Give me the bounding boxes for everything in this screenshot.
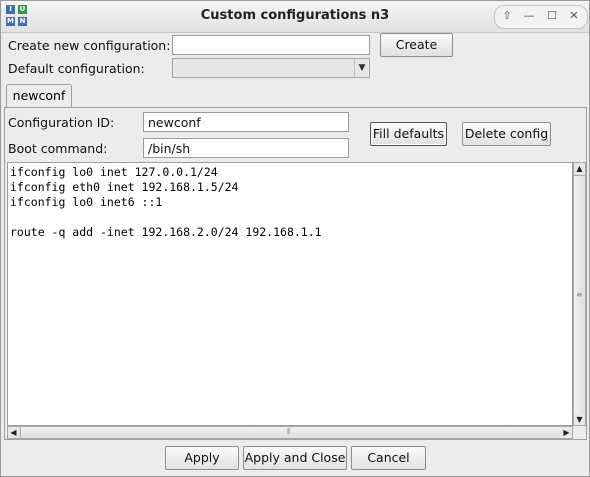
editor-line: ifconfig lo0 inet6 ::1 [10, 195, 163, 209]
delete-config-button[interactable]: Delete config [462, 122, 551, 146]
vertical-scrollbar[interactable]: ▲ ≡ ▼ [573, 162, 586, 426]
apply-and-close-button[interactable]: Apply and Close [243, 446, 347, 470]
fill-defaults-button[interactable]: Fill defaults [370, 122, 447, 146]
boot-command-label: Boot command: [8, 141, 108, 156]
title-bar[interactable]: I U M N Custom configurations n3 ⇧ — ☐ ✕ [1, 1, 589, 33]
default-config-label: Default configuration: [8, 61, 145, 76]
cancel-button[interactable]: Cancel [351, 446, 426, 470]
minimize-icon[interactable]: — [520, 7, 538, 25]
chevron-down-icon[interactable]: ▼ [354, 59, 369, 77]
editor-line: ifconfig lo0 inet 127.0.0.1/24 [10, 165, 218, 179]
boot-command-input[interactable] [143, 138, 349, 158]
scroll-up-icon[interactable]: ▲ [574, 163, 585, 174]
create-config-input[interactable] [172, 35, 370, 55]
custom-configurations-window: I U M N Custom configurations n3 ⇧ — ☐ ✕… [0, 0, 590, 477]
editor-line: route -q add -inet 192.168.2.0/24 192.16… [10, 225, 322, 239]
create-config-label: Create new configuration: [8, 38, 171, 53]
grip-icon: ≡ [576, 290, 583, 299]
scroll-down-icon[interactable]: ▼ [574, 414, 585, 425]
config-id-input[interactable] [143, 112, 349, 132]
scroll-left-icon[interactable]: ◀ [8, 427, 19, 438]
scroll-right-icon[interactable]: ▶ [561, 427, 572, 438]
maximize-icon[interactable]: ☐ [543, 7, 561, 25]
window-controls: ⇧ — ☐ ✕ [494, 5, 588, 29]
vertical-scroll-thumb[interactable]: ≡ [574, 175, 585, 415]
apply-button[interactable]: Apply [165, 446, 239, 470]
create-button[interactable]: Create [380, 33, 453, 57]
editor-line: ifconfig eth0 inet 192.168.1.5/24 [10, 180, 239, 194]
config-editor[interactable]: ifconfig lo0 inet 127.0.0.1/24 ifconfig … [7, 162, 573, 426]
horizontal-scroll-thumb[interactable]: ⦀ [20, 427, 562, 438]
close-icon[interactable]: ✕ [565, 7, 583, 25]
default-config-select[interactable]: ▼ [172, 58, 370, 78]
grip-icon: ⦀ [287, 427, 291, 436]
up-icon[interactable]: ⇧ [498, 7, 516, 25]
tab-newconf[interactable]: newconf [6, 84, 72, 107]
config-id-label: Configuration ID: [8, 115, 115, 130]
horizontal-scrollbar[interactable]: ◀ ⦀ ▶ [7, 426, 573, 439]
